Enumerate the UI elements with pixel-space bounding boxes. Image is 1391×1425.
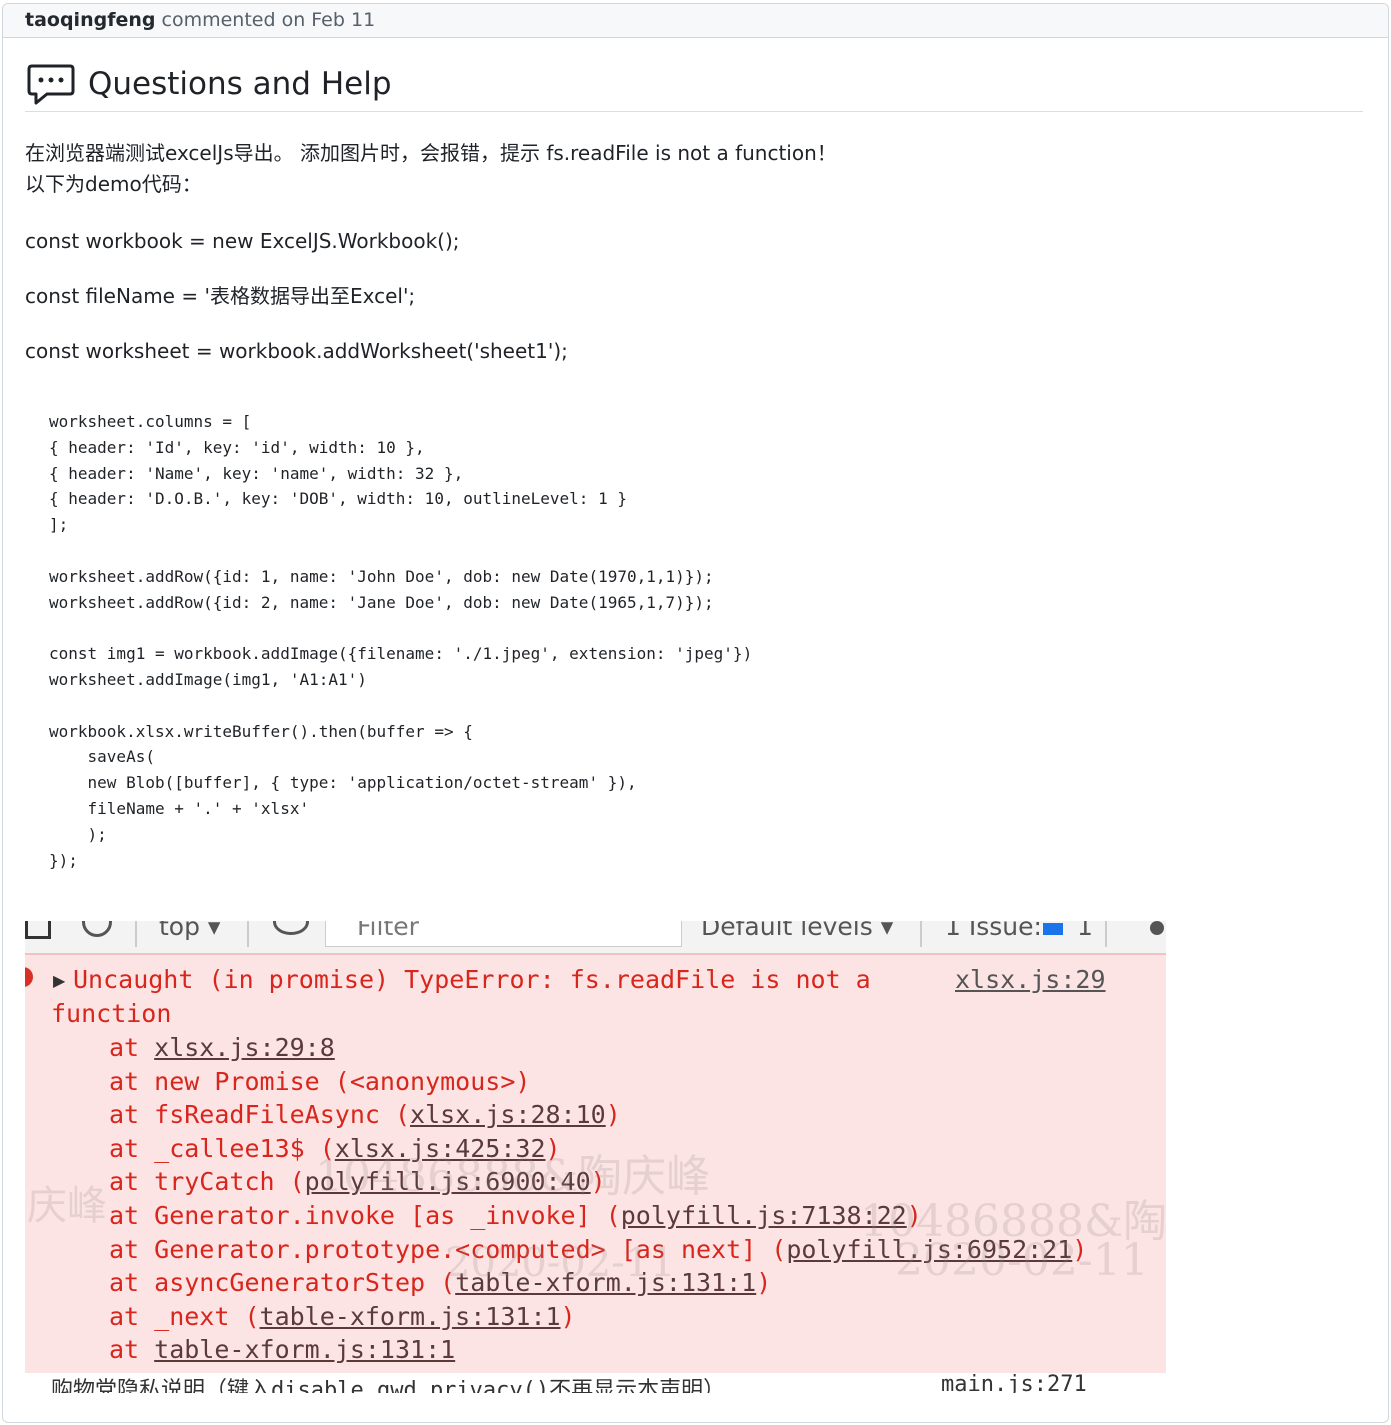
toolbar-divider	[920, 921, 922, 947]
comment-body: Questions and Help	[3, 38, 1388, 112]
console-error-message: ▶ Uncaught (in promise) TypeError: fs.re…	[25, 954, 1166, 1373]
comment-action: commented on Feb 11	[161, 9, 376, 31]
stack-frame-suffix: )	[756, 1268, 772, 1298]
error-icon	[25, 967, 33, 987]
console-log-line: 购物党隐私说明（键入disable_gwd_privacy()不再显示本声明） …	[51, 1372, 1166, 1393]
stack-frame: at tryCatch (polyfill.js:6900:40)	[109, 1167, 606, 1196]
error-text-line-1: Uncaught (in promise) TypeError: fs.read…	[73, 965, 871, 994]
stack-frame-link[interactable]: xlsx.js:29:8	[154, 1033, 335, 1062]
toolbar-divider	[135, 921, 137, 947]
stack-frame-function: tryCatch (	[154, 1167, 305, 1197]
description-line-2: 以下为demo代码：	[25, 172, 202, 196]
console-log-text: 购物党隐私说明（键入disable_gwd_privacy()不再显示本声明）	[51, 1378, 726, 1393]
context-selector[interactable]: top ▾	[159, 921, 220, 941]
code-line-workbook: const workbook = new ExcelJS.Workbook();	[25, 229, 460, 253]
stack-frame-suffix: )	[545, 1133, 561, 1163]
stack-frame-at: at	[109, 1301, 155, 1331]
stack-frame-at: at	[109, 1033, 155, 1062]
stack-frame-link[interactable]: table-xform.js:131:1	[154, 1335, 455, 1364]
issues-count: 1	[1077, 921, 1093, 941]
live-expression-eye-icon[interactable]	[273, 921, 309, 935]
stack-frame-at: at	[109, 1234, 155, 1264]
stack-frame: at Generator.prototype.<computed> [as ne…	[109, 1235, 1087, 1264]
clear-console-icon[interactable]	[82, 921, 112, 937]
stack-frame-function: fsReadFileAsync (	[154, 1100, 411, 1130]
stack-frame-function: Generator.prototype.<computed> [as next]…	[154, 1234, 787, 1264]
stack-frame: at _next (table-xform.js:131:1)	[109, 1302, 576, 1331]
settings-gear-icon[interactable]	[1150, 921, 1164, 935]
error-text-line-2: function	[51, 999, 172, 1028]
stack-frame: at asyncGeneratorStep (table-xform.js:13…	[109, 1268, 771, 1297]
stack-frame: at xlsx.js:29:8	[109, 1033, 335, 1062]
stack-frame-function: asyncGeneratorStep (	[154, 1268, 456, 1298]
stack-frame-suffix: )	[590, 1167, 606, 1197]
section-heading: Questions and Help	[88, 66, 392, 102]
issue-description: 在浏览器端测试excelJs导出。 添加图片时，会报错，提示 fs.readFi…	[25, 138, 837, 200]
stack-frame-suffix: )	[560, 1301, 576, 1331]
error-source-link[interactable]: xlsx.js:29	[955, 965, 1106, 994]
stack-frame-suffix: )	[605, 1100, 621, 1130]
code-line-worksheet: const worksheet = workbook.addWorksheet(…	[25, 339, 568, 363]
stack-frame: at _callee13$ (xlsx.js:425:32)	[109, 1134, 561, 1163]
stack-frame-at: at	[109, 1066, 155, 1096]
stack-frame-link[interactable]: polyfill.js:6900:40	[305, 1167, 591, 1196]
stack-frame-link[interactable]: table-xform.js:131:1	[455, 1268, 756, 1297]
comment-card: taoqingfeng commented on Feb 11 Question…	[2, 3, 1389, 1423]
stack-frame-function: _callee13$ (	[154, 1133, 335, 1163]
stack-frame-function: new Promise (<anonymous>)	[154, 1066, 531, 1096]
section-title: Questions and Help	[25, 38, 1363, 112]
stack-frame-link[interactable]: table-xform.js:131:1	[260, 1302, 561, 1331]
stack-frame-at: at	[109, 1133, 155, 1163]
toolbar-divider	[247, 921, 249, 947]
stack-frame: at new Promise (<anonymous>)	[109, 1067, 530, 1096]
stack-frame-suffix: )	[906, 1201, 922, 1230]
stack-frame-function: _next (	[154, 1301, 260, 1331]
log-levels-dropdown[interactable]: Default levels ▾	[701, 921, 893, 941]
stack-frame: at Generator.invoke [as _invoke] (polyfi…	[109, 1201, 922, 1230]
console-log-source[interactable]: main.js:271	[941, 1372, 1087, 1393]
stack-frame-link[interactable]: polyfill.js:7138:22	[621, 1201, 907, 1230]
issues-label[interactable]: 1 Issue:	[945, 921, 1042, 941]
expand-triangle-icon[interactable]: ▶	[53, 971, 65, 990]
stack-frame-function: Generator.invoke [as _invoke] (	[154, 1201, 621, 1230]
stack-frame-at: at	[109, 1167, 155, 1197]
comment-header: taoqingfeng commented on Feb 11	[3, 4, 1388, 38]
code-line-filename: const fileName = '表格数据导出至Excel';	[25, 284, 416, 308]
comment-author[interactable]: taoqingfeng	[25, 9, 155, 31]
sidebar-toggle-icon[interactable]	[25, 921, 51, 939]
stack-frame-at: at	[109, 1201, 155, 1230]
code-block: worksheet.columns = [ { header: 'Id', ke…	[49, 412, 753, 870]
stack-frame-at: at	[109, 1335, 155, 1365]
stack-frame: at table-xform.js:131:1	[109, 1335, 455, 1364]
console-toolbar: top ▾ Filter Default levels ▾ 1 Issue: 1	[25, 921, 1166, 954]
stack-frame-at: at	[109, 1268, 155, 1298]
comment-discussion-icon	[27, 64, 75, 105]
watermark-text: 庆峰	[27, 1183, 107, 1229]
console-screenshot: top ▾ Filter Default levels ▾ 1 Issue: 1…	[25, 921, 1166, 1393]
stack-frame-suffix: )	[1072, 1234, 1088, 1264]
filter-placeholder: Filter	[357, 921, 419, 941]
stack-frame-link[interactable]: xlsx.js:425:32	[335, 1134, 546, 1163]
stack-frame-at: at	[109, 1100, 155, 1130]
description-line-1: 在浏览器端测试excelJs导出。 添加图片时，会报错，提示 fs.readFi…	[25, 141, 837, 165]
stack-frame: at fsReadFileAsync (xlsx.js:28:10)	[109, 1100, 621, 1129]
stack-frame-link[interactable]: xlsx.js:28:10	[410, 1100, 606, 1129]
toolbar-divider	[1105, 921, 1107, 947]
issue-flag-icon	[1043, 923, 1063, 935]
stack-frame-link[interactable]: polyfill.js:6952:21	[786, 1235, 1072, 1264]
